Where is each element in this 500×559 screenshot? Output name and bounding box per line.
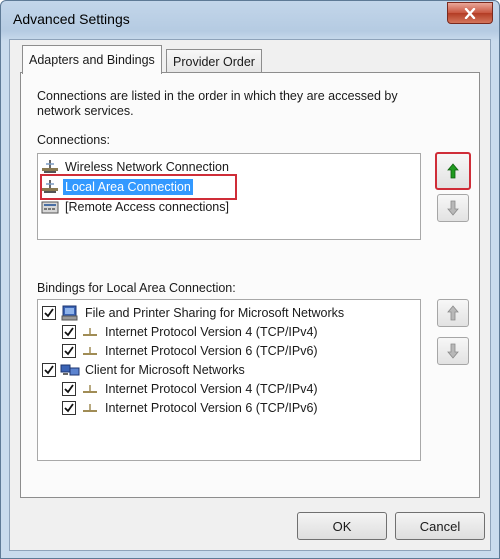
client-icon (60, 364, 80, 375)
protocol-icon (83, 346, 97, 355)
ok-button[interactable]: OK (297, 512, 387, 540)
binding-item-ipv4[interactable]: Internet Protocol Version 4 (TCP/IPv4) (62, 322, 320, 341)
binding-item-client-ms-networks[interactable]: Client for Microsoft Networks (42, 360, 247, 379)
check-icon (64, 402, 74, 412)
title-bar: Advanced Settings (1, 1, 499, 39)
connections-description: Connections are listed in the order in w… (37, 89, 398, 118)
binding-label: Internet Protocol Version 6 (TCP/IPv6) (105, 343, 318, 358)
move-connection-up-button[interactable] (435, 152, 471, 190)
tab-label: Provider Order (173, 55, 255, 69)
binding-item-ipv6[interactable]: Internet Protocol Version 6 (TCP/IPv6) (62, 398, 320, 417)
binding-label: Client for Microsoft Networks (85, 362, 245, 377)
binding-label: File and Printer Sharing for Microsoft N… (85, 305, 345, 320)
connection-label: Wireless Network Connection (65, 159, 229, 174)
move-binding-down-button[interactable] (437, 337, 469, 365)
tab-provider-order[interactable]: Provider Order (166, 49, 262, 74)
protocol-icon (83, 403, 97, 412)
adapters-and-bindings-panel: Connections are listed in the order in w… (20, 72, 480, 498)
checkbox[interactable] (62, 400, 76, 415)
binding-item-file-printer-sharing[interactable]: File and Printer Sharing for Microsoft N… (42, 303, 346, 322)
protocol-icon (83, 327, 97, 336)
checkbox[interactable] (62, 324, 76, 339)
bindings-list[interactable]: File and Printer Sharing for Microsoft N… (37, 299, 421, 461)
ok-label: OK (332, 518, 352, 534)
dialog-client-area: Adapters and Bindings Provider Order Con… (9, 39, 491, 551)
checkbox[interactable] (42, 305, 56, 320)
check-icon (64, 326, 74, 336)
advanced-settings-window: Advanced Settings Adapters and Bindings … (0, 0, 500, 559)
move-connection-down-button[interactable] (437, 194, 469, 222)
arrow-up-icon (447, 163, 459, 179)
tab-adapters-and-bindings[interactable]: Adapters and Bindings (22, 45, 162, 74)
check-icon (44, 364, 54, 374)
binding-label: Internet Protocol Version 4 (TCP/IPv4) (105, 324, 318, 339)
bindings-label: Bindings for Local Area Connection: (37, 281, 236, 295)
check-icon (64, 345, 74, 355)
tab-label: Adapters and Bindings (29, 53, 155, 67)
window-title: Advanced Settings (13, 11, 130, 27)
check-icon (44, 307, 54, 317)
arrow-down-icon (447, 200, 459, 216)
binding-label: Internet Protocol Version 4 (TCP/IPv4) (105, 381, 318, 396)
file-printer-sharing-icon (61, 305, 78, 320)
checkbox[interactable] (42, 362, 56, 377)
cancel-button[interactable]: Cancel (395, 512, 485, 540)
move-binding-up-button[interactable] (437, 299, 469, 327)
remote-access-icon (41, 201, 59, 213)
network-adapter-icon (42, 159, 58, 173)
checkbox[interactable] (62, 343, 76, 358)
binding-label: Internet Protocol Version 6 (TCP/IPv6) (105, 400, 318, 415)
cancel-label: Cancel (419, 518, 461, 534)
connection-label: [Remote Access connections] (65, 199, 229, 214)
protocol-icon (83, 384, 97, 393)
connections-label: Connections: (37, 133, 110, 147)
checkbox[interactable] (62, 381, 76, 396)
close-button[interactable] (447, 2, 493, 24)
arrow-up-icon (447, 305, 459, 321)
binding-item-ipv4[interactable]: Internet Protocol Version 4 (TCP/IPv4) (62, 379, 320, 398)
annotation-highlight-local-area (40, 174, 237, 200)
close-icon (464, 7, 476, 19)
check-icon (64, 383, 74, 393)
arrow-down-icon (447, 343, 459, 359)
binding-item-ipv6[interactable]: Internet Protocol Version 6 (TCP/IPv6) (62, 341, 320, 360)
